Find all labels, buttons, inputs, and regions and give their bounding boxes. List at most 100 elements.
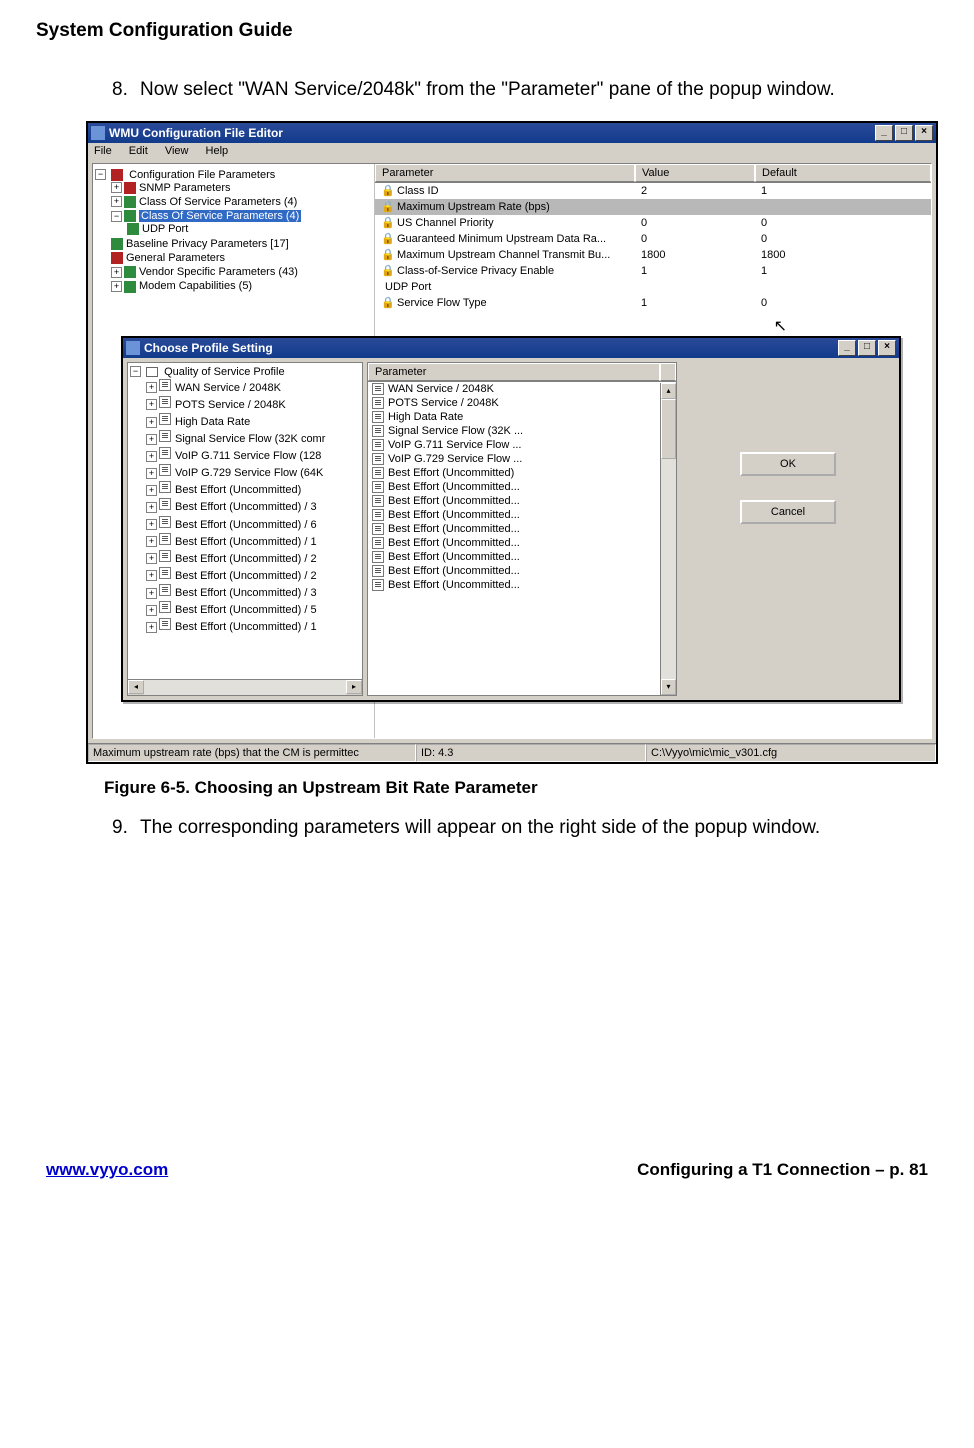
- expand-icon[interactable]: +: [146, 553, 157, 564]
- col-default[interactable]: Default: [755, 164, 931, 182]
- profile-tree-item[interactable]: +Best Effort (Uncommitted) / 2: [146, 566, 360, 583]
- expand-icon[interactable]: +: [146, 605, 157, 616]
- col-parameter[interactable]: Parameter: [375, 164, 635, 182]
- col-parameter[interactable]: Parameter: [368, 363, 660, 381]
- parameter-list-item[interactable]: VoIP G.711 Service Flow ...: [368, 438, 676, 452]
- scroll-up-icon[interactable]: ▴: [661, 383, 676, 399]
- parameter-list-item[interactable]: WAN Service / 2048K: [368, 382, 676, 396]
- scroll-track[interactable]: [661, 459, 676, 679]
- tree-item[interactable]: General Parameters: [111, 251, 372, 265]
- profile-tree-item[interactable]: +Best Effort (Uncommitted) / 6: [146, 515, 360, 532]
- grid-row[interactable]: 🔒Maximum Upstream Rate (bps): [375, 199, 931, 215]
- collapse-icon[interactable]: −: [111, 211, 122, 222]
- profile-tree-item[interactable]: +Best Effort (Uncommitted) / 1: [146, 532, 360, 549]
- profile-tree-item[interactable]: +High Data Rate: [146, 412, 360, 429]
- parameter-list-item[interactable]: Best Effort (Uncommitted...: [368, 578, 676, 592]
- grid-row[interactable]: 🔒Class ID21: [375, 183, 931, 199]
- expand-icon[interactable]: +: [146, 417, 157, 428]
- expand-icon[interactable]: +: [146, 451, 157, 462]
- parameter-list-item[interactable]: POTS Service / 2048K: [368, 396, 676, 410]
- maximize-button[interactable]: □: [858, 340, 876, 356]
- expand-icon[interactable]: +: [146, 588, 157, 599]
- tree-item[interactable]: UDP Port: [127, 222, 372, 236]
- profile-tree-item[interactable]: +Best Effort (Uncommitted) / 5: [146, 600, 360, 617]
- menu-edit[interactable]: Edit: [129, 145, 148, 157]
- close-button[interactable]: ×: [915, 125, 933, 141]
- parameter-list-item[interactable]: Signal Service Flow (32K ...: [368, 424, 676, 438]
- profile-tree-item[interactable]: +VoIP G.711 Service Flow (128: [146, 446, 360, 463]
- profile-tree-item[interactable]: +Best Effort (Uncommitted) / 2: [146, 549, 360, 566]
- expand-icon[interactable]: +: [146, 536, 157, 547]
- popup-titlebar[interactable]: Choose Profile Setting _ □ ×: [123, 338, 899, 358]
- grid-row[interactable]: 🔒Maximum Upstream Channel Transmit Bu...…: [375, 247, 931, 263]
- profile-tree-root[interactable]: − Quality of Service Profile +WAN Servic…: [130, 365, 360, 636]
- scroll-track[interactable]: [144, 680, 346, 695]
- tree-item[interactable]: Baseline Privacy Parameters [17]: [111, 237, 372, 251]
- grid-row[interactable]: UDP Port: [375, 279, 931, 295]
- parameter-list-item[interactable]: Best Effort (Uncommitted...: [368, 522, 676, 536]
- profile-tree-item[interactable]: +Best Effort (Uncommitted) / 3: [146, 583, 360, 600]
- collapse-icon[interactable]: −: [130, 366, 141, 377]
- tree-item-selected[interactable]: −Class Of Service Parameters (4) UDP Por…: [111, 209, 372, 237]
- parameter-list-item[interactable]: High Data Rate: [368, 410, 676, 424]
- tree-item[interactable]: +Vendor Specific Parameters (43): [111, 265, 372, 279]
- ok-button[interactable]: OK: [740, 452, 836, 476]
- footer-link[interactable]: www.vyyo.com: [46, 1160, 168, 1180]
- parameter-list-item[interactable]: VoIP G.729 Service Flow ...: [368, 452, 676, 466]
- col-value[interactable]: Value: [635, 164, 755, 182]
- parameter-list-item[interactable]: Best Effort (Uncommitted...: [368, 536, 676, 550]
- profile-tree-item[interactable]: +Best Effort (Uncommitted) / 3: [146, 497, 360, 514]
- scroll-right-icon[interactable]: ▸: [346, 680, 362, 694]
- expand-icon[interactable]: +: [146, 382, 157, 393]
- expand-icon[interactable]: +: [146, 622, 157, 633]
- collapse-icon[interactable]: −: [95, 169, 106, 180]
- profile-tree-item[interactable]: +Best Effort (Uncommitted): [146, 480, 360, 497]
- profile-tree-item[interactable]: +POTS Service / 2048K: [146, 395, 360, 412]
- expand-icon[interactable]: +: [146, 399, 157, 410]
- minimize-button[interactable]: _: [875, 125, 893, 141]
- expand-icon[interactable]: +: [146, 502, 157, 513]
- grid-row[interactable]: 🔒US Channel Priority00: [375, 215, 931, 231]
- expand-icon[interactable]: +: [146, 519, 157, 530]
- profile-tree-item[interactable]: +Best Effort (Uncommitted) / 1: [146, 617, 360, 634]
- parameter-list-item[interactable]: Best Effort (Uncommitted...: [368, 564, 676, 578]
- scroll-down-icon[interactable]: ▾: [661, 679, 676, 695]
- expand-icon[interactable]: +: [146, 570, 157, 581]
- expand-icon[interactable]: +: [111, 267, 122, 278]
- grid-row[interactable]: 🔒Class-of-Service Privacy Enable11: [375, 263, 931, 279]
- parameter-list-item[interactable]: Best Effort (Uncommitted...: [368, 480, 676, 494]
- profile-tree-item[interactable]: +VoIP G.729 Service Flow (64K: [146, 463, 360, 480]
- profile-tree[interactable]: − Quality of Service Profile +WAN Servic…: [127, 362, 363, 696]
- menu-view[interactable]: View: [165, 145, 189, 157]
- tree-item[interactable]: +SNMP Parameters: [111, 181, 372, 195]
- minimize-button[interactable]: _: [838, 340, 856, 356]
- editor-titlebar[interactable]: WMU Configuration File Editor _ □ ×: [88, 123, 936, 143]
- profile-tree-item[interactable]: +WAN Service / 2048K: [146, 378, 360, 395]
- grid-row[interactable]: 🔒Service Flow Type10: [375, 295, 931, 311]
- menu-help[interactable]: Help: [206, 145, 229, 157]
- parameter-list-item[interactable]: Best Effort (Uncommitted): [368, 466, 676, 480]
- cancel-button[interactable]: Cancel: [740, 500, 836, 524]
- parameter-list-item[interactable]: Best Effort (Uncommitted...: [368, 494, 676, 508]
- menu-file[interactable]: File: [94, 145, 112, 157]
- expand-icon[interactable]: +: [111, 196, 122, 207]
- parameter-list-item[interactable]: Best Effort (Uncommitted...: [368, 508, 676, 522]
- tree-item[interactable]: +Class Of Service Parameters (4): [111, 195, 372, 209]
- profile-tree-item[interactable]: +Signal Service Flow (32K comr: [146, 429, 360, 446]
- scroll-left-icon[interactable]: ◂: [128, 680, 144, 694]
- parameter-list-item[interactable]: Best Effort (Uncommitted...: [368, 550, 676, 564]
- tree-hscrollbar[interactable]: ◂ ▸: [128, 679, 362, 695]
- tree-root-node[interactable]: − Configuration File Parameters +SNMP Pa…: [95, 168, 372, 295]
- expand-icon[interactable]: +: [111, 182, 122, 193]
- expand-icon[interactable]: +: [146, 485, 157, 496]
- scroll-thumb[interactable]: [661, 399, 676, 459]
- expand-icon[interactable]: +: [146, 468, 157, 479]
- expand-icon[interactable]: +: [111, 281, 122, 292]
- maximize-button[interactable]: □: [895, 125, 913, 141]
- close-button[interactable]: ×: [878, 340, 896, 356]
- expand-icon[interactable]: +: [146, 434, 157, 445]
- parameter-list[interactable]: Parameter WAN Service / 2048KPOTS Servic…: [367, 362, 677, 696]
- tree-item[interactable]: +Modem Capabilities (5): [111, 279, 372, 293]
- grid-row[interactable]: 🔒Guaranteed Minimum Upstream Data Ra...0…: [375, 231, 931, 247]
- list-vscrollbar[interactable]: ▴ ▾: [660, 383, 676, 695]
